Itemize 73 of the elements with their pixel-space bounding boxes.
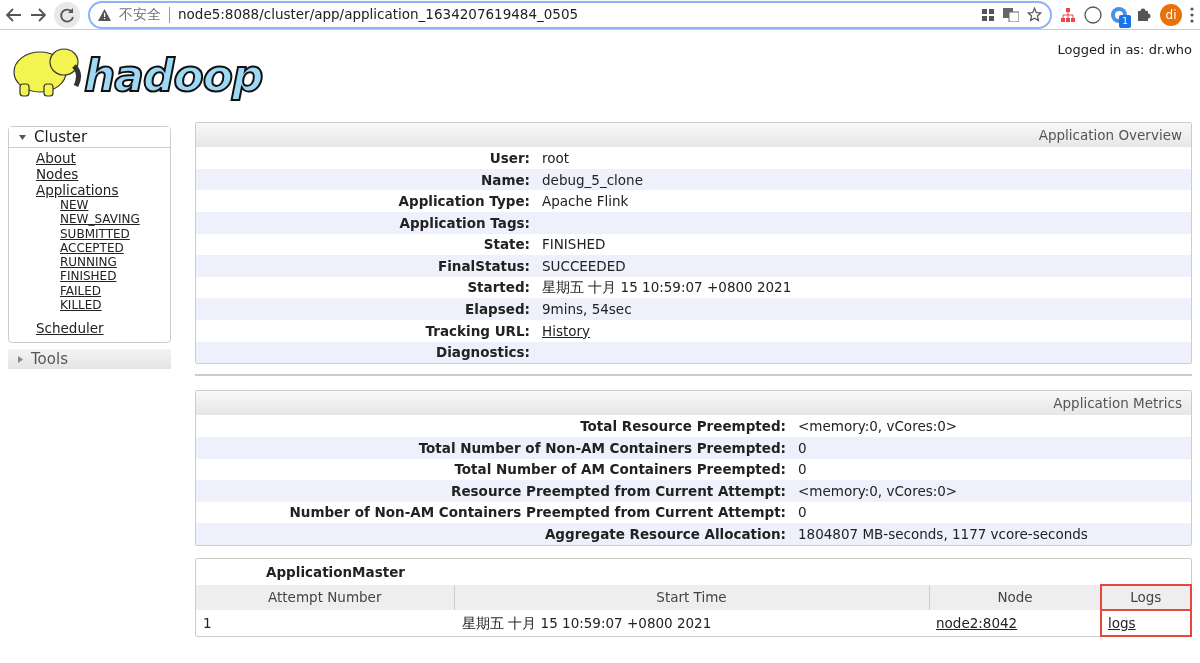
security-label: 不安全: [119, 5, 161, 25]
field-label: Number of Non-AM Containers Preempted from Current Attempt:: [196, 501, 792, 524]
field-label: Total Number of Non-AM Containers Preempted:: [196, 437, 792, 459]
field-value: debug_5_clone: [542, 171, 643, 188]
address-bar[interactable]: 不安全 node5:8088/cluster/app/application_1634207619484_0505: [88, 0, 1052, 29]
field-label: Diagnostics:: [196, 341, 536, 364]
sidebar-section-header[interactable]: Tools: [8, 349, 171, 370]
field-label: Elapsed:: [196, 298, 536, 320]
table-link[interactable]: logs: [1108, 614, 1136, 631]
menu-icon[interactable]: [1190, 6, 1194, 23]
table-cell: 星期五 十月 15 10:59:07 +0800 2021: [462, 614, 712, 631]
sidebar-sublink[interactable]: RUNNING: [36, 255, 170, 270]
column-header[interactable]: Node: [929, 585, 1101, 610]
field-value: 1804807 MB-seconds, 1177 vcore-seconds: [798, 526, 1088, 543]
field-label: Started:: [196, 276, 536, 299]
field-value: <memory:0, vCores:0>: [798, 482, 958, 499]
panel-title: Application Metrics: [196, 391, 1191, 416]
field-value: 星期五 十月 15 10:59:07 +0800 2021: [542, 279, 792, 296]
table-link[interactable]: node2:8042: [936, 614, 1018, 631]
panel-title: Application Overview: [196, 123, 1191, 148]
sidebar-sublink[interactable]: FAILED: [36, 283, 170, 299]
field-value: 0: [798, 461, 807, 478]
table-title: ApplicationMaster: [265, 563, 406, 582]
caret-icon: [19, 134, 26, 140]
sidebar-sublink[interactable]: NEW: [36, 198, 170, 213]
sidebar-sublink[interactable]: KILLED: [36, 298, 170, 313]
warning-icon: [98, 8, 111, 21]
field-value: <memory:0, vCores:0>: [798, 418, 958, 435]
reload-icon[interactable]: [54, 1, 80, 28]
field-label: Tracking URL:: [196, 320, 536, 342]
column-header[interactable]: Attempt Number: [196, 585, 454, 610]
sidebar-link[interactable]: Nodes: [36, 166, 170, 182]
field-value: root: [542, 149, 570, 166]
field-value: 0: [798, 504, 807, 521]
qr-code-icon[interactable]: [981, 7, 995, 22]
url-text: node5:8088/cluster/app/application_1634207619484_0505: [178, 5, 580, 25]
column-header[interactable]: Logs: [1101, 585, 1191, 610]
sidebar-link[interactable]: Applications: [36, 182, 170, 198]
sidebar-link[interactable]: Scheduler: [36, 320, 170, 337]
sidebar-sublink[interactable]: SUBMITTED: [36, 226, 170, 241]
field-label: FinalStatus:: [196, 255, 536, 277]
tracking-link[interactable]: History: [542, 322, 591, 339]
field-value: FINISHED: [542, 236, 606, 253]
logo-text: hadoop: [84, 54, 263, 98]
field-label: User:: [196, 147, 536, 169]
star-icon[interactable]: [1027, 7, 1042, 22]
back-icon[interactable]: [6, 7, 22, 22]
field-label: Name:: [196, 168, 536, 191]
forward-icon[interactable]: [30, 7, 46, 22]
field-label: Application Tags:: [196, 212, 536, 234]
field-label: Total Resource Preempted:: [196, 415, 792, 438]
field-value: Apache Flink: [542, 193, 629, 210]
field-label: Aggregate Resource Allocation:: [196, 523, 792, 545]
extension-badge: 1: [1119, 14, 1131, 29]
field-value: 9mins, 54sec: [542, 301, 632, 318]
field-label: Resource Preempted from Current Attempt:: [196, 480, 792, 502]
field-value: 0: [798, 439, 807, 456]
sidebar-sublink[interactable]: FINISHED: [36, 269, 170, 284]
table-cell: 1: [203, 614, 212, 631]
sidebar-sublink[interactable]: NEW_SAVING: [36, 212, 170, 227]
column-header[interactable]: Start Time: [454, 585, 929, 610]
sidebar-section-header[interactable]: Cluster: [9, 127, 170, 148]
field-label: State:: [196, 233, 536, 256]
logged-in-text: Logged in as: dr.who: [1057, 41, 1192, 59]
field-label: Application Type:: [196, 190, 536, 213]
caret-icon: [18, 355, 23, 363]
sidebar-link[interactable]: About: [36, 150, 170, 166]
sidebar-sublink[interactable]: ACCEPTED: [36, 240, 170, 256]
puzzle-icon[interactable]: [1136, 6, 1152, 23]
sitemap-icon[interactable]: [1060, 6, 1076, 23]
translate-icon[interactable]: [1003, 7, 1019, 22]
field-value: SUCCEEDED: [542, 257, 626, 274]
field-label: Total Number of AM Containers Preempted:: [196, 458, 792, 481]
